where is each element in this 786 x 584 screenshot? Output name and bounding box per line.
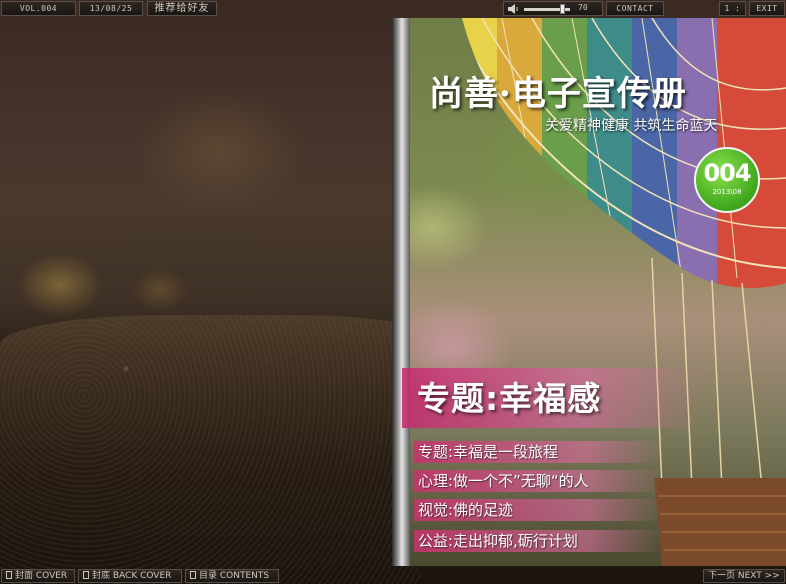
page-icon xyxy=(6,571,12,579)
actual-size-button[interactable]: 1 : 1 xyxy=(719,1,746,26)
cover-button[interactable]: 封面 COVER xyxy=(1,569,75,583)
back-cover-label: 封底 BACK COVER xyxy=(92,571,172,581)
issue-badge: 004 2013\08 xyxy=(694,147,760,213)
issue-date: 2013\08 xyxy=(712,188,742,196)
toc-item[interactable]: 专题:幸福是一段旅程 xyxy=(414,441,662,463)
page-icon xyxy=(190,571,196,579)
volume-issue-label: VOL.004 xyxy=(1,1,76,16)
ground-texture xyxy=(0,315,420,584)
magazine-title: 尚善·电子宣传册 xyxy=(429,74,687,114)
page-spine xyxy=(392,18,410,566)
feature-title: 专题:幸福感 xyxy=(417,379,602,418)
contact-button[interactable]: CONTACT xyxy=(606,1,664,16)
contents-label: 目录 CONTENTS xyxy=(199,571,270,581)
speaker-icon[interactable] xyxy=(508,4,520,14)
volume-handle[interactable] xyxy=(560,4,565,14)
share-button[interactable]: 推荐给好友 xyxy=(147,1,217,16)
toc-item[interactable]: 视觉:佛的足迹 xyxy=(414,499,662,521)
toc-item[interactable]: 心理:做一个不”无聊“的人 xyxy=(414,470,662,492)
issue-number: 004 xyxy=(703,159,751,187)
magazine-subtitle: 关爱精神健康 共筑生命蓝天 xyxy=(545,118,718,134)
exit-button[interactable]: EXIT xyxy=(749,1,785,16)
back-cover-button[interactable]: 封底 BACK COVER xyxy=(78,569,182,583)
toc-item[interactable]: 公益:走出抑郁,砺行计划 xyxy=(414,530,662,552)
cover-label: 封面 COVER xyxy=(15,571,68,581)
date-label: 13/08/25 xyxy=(79,1,143,16)
page-icon xyxy=(83,571,89,579)
next-page-button[interactable]: 下一页 NEXT >> xyxy=(703,569,785,583)
magazine-cover[interactable]: 尚善·电子宣传册 关爱精神健康 共筑生命蓝天 004 2013\08 专题:幸福… xyxy=(392,18,786,566)
contents-button[interactable]: 目录 CONTENTS xyxy=(185,569,279,583)
volume-value: 70 xyxy=(578,3,588,12)
volume-control[interactable]: 70 xyxy=(503,1,603,16)
